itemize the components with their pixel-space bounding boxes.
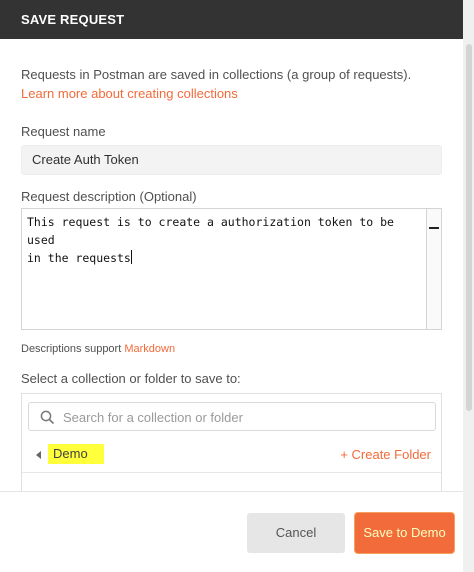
request-description-text: This request is to create a authorizatio… (27, 215, 394, 265)
request-name-input[interactable]: Create Auth Token (21, 145, 442, 175)
collection-name: Demo (48, 444, 104, 464)
save-request-dialog: SAVE REQUEST Requests in Postman are sav… (0, 0, 463, 572)
page-scrollbar[interactable] (463, 0, 474, 572)
collection-label: Select a collection or folder to save to… (21, 371, 241, 386)
save-button[interactable]: Save to Demo (355, 513, 454, 553)
dialog-footer: Cancel Save to Demo (0, 491, 463, 572)
request-description-label: Request description (Optional) (21, 189, 197, 204)
create-folder-button[interactable]: + Create Folder (340, 447, 431, 462)
request-name-label: Request name (21, 124, 106, 139)
learn-more-link[interactable]: Learn more about creating collections (21, 86, 238, 101)
description-scrollbar[interactable] (426, 209, 441, 329)
search-placeholder: Search for a collection or folder (63, 410, 243, 425)
intro-text: Requests in Postman are saved in collect… (21, 67, 412, 82)
caret-left-icon[interactable] (36, 451, 41, 459)
search-icon (40, 410, 55, 425)
markdown-link[interactable]: Markdown (124, 343, 175, 355)
text-caret (130, 250, 132, 264)
scrollbar-thumb[interactable] (466, 44, 472, 411)
collection-search-input[interactable]: Search for a collection or folder (28, 402, 436, 431)
dialog-title: SAVE REQUEST (0, 0, 463, 39)
request-description-textarea[interactable]: This request is to create a authorizatio… (21, 208, 442, 330)
cancel-button[interactable]: Cancel (247, 513, 345, 553)
markdown-note: Descriptions support Markdown (21, 343, 175, 355)
collection-row-demo[interactable]: Demo + Create Folder (22, 439, 441, 473)
markdown-note-text: Descriptions support (21, 343, 122, 355)
